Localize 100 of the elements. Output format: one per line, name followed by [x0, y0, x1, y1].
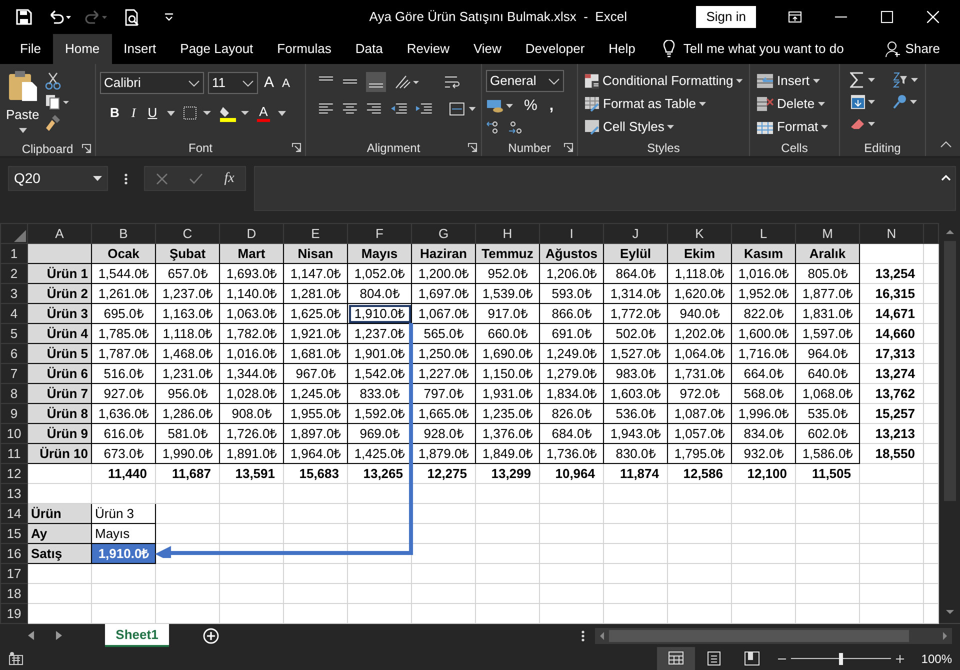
column-header[interactable]: I — [540, 224, 604, 244]
lightbulb-icon[interactable] — [663, 40, 676, 58]
ribbon-button[interactable]: Format — [754, 116, 835, 138]
row-header[interactable]: 9 — [0, 404, 28, 424]
ribbon-tab[interactable]: Review — [394, 34, 462, 64]
ribbon-tab[interactable]: Developer — [513, 34, 597, 64]
currency-icon[interactable] — [486, 98, 514, 114]
row-header[interactable]: 19 — [0, 604, 28, 624]
add-sheet-icon[interactable] — [203, 628, 219, 644]
horizontal-scrollbar[interactable] — [595, 628, 952, 644]
next-sheet-icon[interactable] — [56, 631, 62, 640]
font-size-field[interactable]: 11 — [208, 72, 258, 94]
fill-down-icon[interactable] — [850, 94, 876, 110]
align-center-icon[interactable] — [342, 102, 358, 116]
row-header[interactable]: 11 — [0, 444, 28, 464]
dialog-launcher-icon[interactable] — [82, 144, 91, 153]
row-header[interactable]: 17 — [0, 564, 28, 584]
cut-icon[interactable] — [45, 72, 62, 90]
zoom-slider[interactable] — [791, 652, 892, 664]
enter-icon[interactable] — [188, 172, 203, 184]
find-icon[interactable] — [892, 94, 918, 110]
increase-indent-icon[interactable] — [415, 102, 434, 116]
column-header[interactable]: B — [92, 224, 156, 244]
autosum-icon[interactable] — [850, 72, 876, 88]
column-header[interactable]: C — [156, 224, 220, 244]
font-name-field[interactable]: Calibri — [100, 72, 204, 94]
column-header[interactable]: D — [220, 224, 284, 244]
ribbon-tab[interactable]: Home — [52, 34, 112, 64]
caret-icon[interactable] — [167, 110, 176, 116]
row-header[interactable]: 8 — [0, 384, 28, 404]
row-header[interactable]: 14 — [0, 504, 28, 524]
column-header[interactable]: J — [604, 224, 668, 244]
row-header[interactable]: 5 — [0, 324, 28, 344]
row-header[interactable]: 1 — [0, 244, 28, 264]
sheet-tab[interactable]: Sheet1 — [105, 624, 169, 647]
paste-button[interactable]: Paste — [4, 68, 42, 140]
column-header[interactable]: F — [348, 224, 412, 244]
column-header[interactable]: K — [668, 224, 732, 244]
column-header[interactable]: M — [796, 224, 860, 244]
borders-icon[interactable] — [183, 106, 212, 120]
bold-button[interactable]: B — [108, 102, 122, 124]
insert-function-button[interactable]: fx — [224, 168, 234, 189]
share-button[interactable]: Share — [873, 34, 952, 64]
ribbon-tab[interactable]: Data — [343, 34, 395, 64]
undo-icon[interactable] — [48, 10, 72, 24]
align-left-icon[interactable] — [318, 102, 334, 116]
ribbon-button[interactable]: Delete — [754, 93, 835, 115]
column-header[interactable]: N — [860, 224, 924, 244]
row-header[interactable]: 13 — [0, 484, 28, 504]
ribbon-tab[interactable]: Formulas — [265, 34, 344, 64]
customize-caret-icon[interactable] — [164, 13, 174, 21]
decrease-indent-icon[interactable] — [390, 102, 408, 116]
increase-decimal-icon[interactable] — [486, 120, 500, 134]
zoom-level[interactable]: 100% — [921, 650, 952, 668]
row-header[interactable]: 6 — [0, 344, 28, 364]
more-options-icon[interactable] — [124, 173, 128, 185]
row-header[interactable]: 12 — [0, 464, 28, 484]
tell-me-search[interactable]: Tell me what you want to do — [683, 39, 844, 59]
percent-button[interactable]: % — [522, 95, 540, 117]
ribbon-tab[interactable]: Page Layout — [168, 34, 266, 64]
copy-icon[interactable] — [45, 94, 72, 110]
ribbon-button[interactable]: Conditional Formatting — [582, 70, 745, 92]
column-header[interactable]: H — [476, 224, 540, 244]
underline-button[interactable]: U — [146, 102, 160, 124]
name-box[interactable]: Q20 — [8, 166, 108, 191]
ribbon-button[interactable]: Insert — [754, 70, 835, 92]
ribbon-button[interactable]: Format as Table — [582, 93, 745, 115]
column-header[interactable]: G — [412, 224, 476, 244]
previous-sheet-icon[interactable] — [28, 631, 34, 640]
number-format-field[interactable]: General — [486, 70, 564, 92]
grow-font-button[interactable]: A — [262, 72, 276, 94]
column-header[interactable]: A — [28, 224, 92, 244]
row-header[interactable]: 10 — [0, 424, 28, 444]
sort-filter-icon[interactable] — [892, 72, 918, 88]
slider-thumb[interactable] — [839, 652, 844, 664]
row-header[interactable]: 15 — [0, 524, 28, 544]
row-header[interactable]: 7 — [0, 364, 28, 384]
print-preview-icon[interactable] — [124, 8, 140, 26]
ribbon-tab[interactable]: View — [461, 34, 514, 64]
macro-record-icon[interactable] — [9, 652, 23, 665]
select-all-corner[interactable] — [0, 224, 28, 244]
row-header[interactable]: 18 — [0, 584, 28, 604]
dialog-launcher-icon[interactable] — [564, 143, 573, 152]
collapse-icon[interactable] — [941, 175, 951, 181]
row-header[interactable]: 3 — [0, 284, 28, 304]
eraser-icon[interactable] — [850, 116, 876, 132]
font-color-button[interactable]: A — [257, 104, 270, 122]
more-options-icon[interactable] — [581, 630, 585, 642]
caret-icon[interactable] — [278, 110, 286, 116]
dialog-launcher-icon[interactable] — [292, 143, 301, 152]
ribbon-tab[interactable]: Insert — [112, 34, 168, 64]
ribbon-tab[interactable]: File — [8, 34, 53, 64]
sign-in-button[interactable]: Sign in — [696, 6, 756, 28]
normal-view-button[interactable] — [657, 647, 696, 670]
redo-icon[interactable] — [84, 10, 108, 24]
dialog-launcher-icon[interactable] — [468, 143, 477, 152]
decrease-decimal-icon[interactable] — [508, 120, 522, 134]
row-header[interactable]: 2 — [0, 264, 28, 284]
orientation-icon[interactable] — [394, 74, 420, 90]
save-icon[interactable] — [16, 9, 32, 25]
